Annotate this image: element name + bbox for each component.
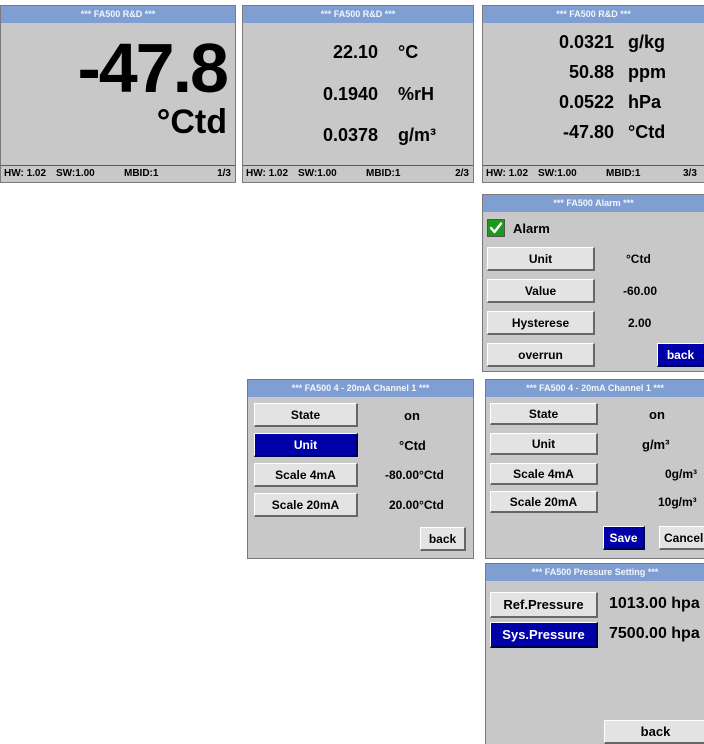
screen1-title: *** FA500 R&D *** — [1, 6, 235, 23]
value-button[interactable]: Value — [487, 279, 595, 303]
alarm-checkbox[interactable] — [487, 219, 505, 237]
mbid: MBID:1 — [124, 168, 159, 179]
screen-pressure: *** FA500 Pressure Setting *** Ref.Press… — [485, 563, 704, 744]
screen-readings-2: *** FA500 R&D *** 22.10 °C 0.1940 %rH 0.… — [242, 5, 474, 183]
cancel-button[interactable]: Cancel — [659, 526, 704, 550]
reading-unit: g/m³ — [398, 125, 436, 145]
status-footer: HW: 1.02 SW:1.00 MBID:1 1/3 — [1, 165, 235, 182]
screen2-title: *** FA500 R&D *** — [243, 6, 473, 23]
reading-unit: hPa — [628, 92, 662, 112]
screen-channel-b: *** FA500 4 - 20mA Channel 1 *** State o… — [485, 379, 704, 559]
sw-version: SW:1.00 — [298, 168, 337, 179]
reading-unit: °C — [398, 42, 419, 62]
alarm-hysterese-value: 2.00 — [628, 316, 652, 330]
channel-b-title: *** FA500 4 - 20mA Channel 1 *** — [486, 380, 704, 397]
ref-pressure-value: 1013.00 hpa — [609, 595, 700, 612]
reading-value: 22.10 — [332, 42, 378, 62]
screen3-title: *** FA500 R&D *** — [483, 6, 704, 23]
ref-pressure-button[interactable]: Ref.Pressure — [490, 592, 598, 618]
unit-button[interactable]: Unit — [487, 247, 595, 271]
reading-unit: ppm — [628, 62, 666, 82]
reading-unit: g/kg — [628, 32, 666, 52]
state-button[interactable]: State — [490, 403, 598, 425]
screen-readings-3: *** FA500 R&D *** 0.0321 g/kg 50.88 ppm … — [482, 5, 704, 183]
hysterese-button[interactable]: Hysterese — [487, 311, 595, 335]
scale-20ma-button[interactable]: Scale 20mA — [254, 493, 358, 517]
alarm-unit-value: °Ctd — [626, 252, 651, 266]
scale-4ma-button[interactable]: Scale 4mA — [490, 463, 598, 485]
channel-a-title: *** FA500 4 - 20mA Channel 1 *** — [248, 380, 473, 397]
page-indicator: 2/3 — [455, 168, 469, 179]
unit-value: °Ctd — [399, 438, 426, 453]
scale-4ma-button[interactable]: Scale 4mA — [254, 463, 358, 487]
state-value: on — [649, 407, 665, 422]
main-unit: °Ctd — [156, 103, 227, 141]
back-button[interactable]: back — [604, 720, 704, 744]
sys-pressure-value: 7500.00 hpa — [609, 625, 700, 642]
sw-version: SW:1.00 — [538, 168, 577, 179]
unit-value: g/m³ — [642, 437, 670, 452]
sys-pressure-button[interactable]: Sys.Pressure — [490, 622, 598, 648]
status-footer: HW: 1.02 SW:1.00 MBID:1 2/3 — [243, 165, 473, 182]
reading-value: -47.80 — [562, 122, 614, 142]
screen-channel-a: *** FA500 4 - 20mA Channel 1 *** State o… — [247, 379, 474, 559]
save-button[interactable]: Save — [603, 526, 645, 550]
scale-4ma-value: -80.00°Ctd — [385, 468, 444, 482]
back-button[interactable]: back — [420, 527, 466, 551]
page-indicator: 1/3 — [217, 168, 231, 179]
hw-version: HW: 1.02 — [246, 168, 289, 179]
state-value: on — [404, 408, 420, 423]
hw-version: HW: 1.02 — [486, 168, 529, 179]
hw-version: HW: 1.02 — [4, 168, 47, 179]
scale-20ma-value: 10g/m³ — [658, 495, 697, 509]
alarm-checkbox-label: Alarm — [513, 221, 550, 236]
alarm-title: *** FA500 Alarm *** — [483, 195, 704, 212]
reading-value: 0.0522 — [558, 92, 614, 112]
state-button[interactable]: State — [254, 403, 358, 427]
pressure-title: *** FA500 Pressure Setting *** — [486, 564, 704, 581]
main-value: -47.8 — [77, 29, 229, 107]
back-button[interactable]: back — [657, 343, 704, 367]
screen-alarm: *** FA500 Alarm *** Alarm Unit °Ctd Valu… — [482, 194, 704, 372]
alarm-value-value: -60.00 — [623, 284, 658, 298]
page-indicator: 3/3 — [683, 168, 697, 179]
scale-4ma-value: 0g/m³ — [665, 467, 698, 481]
mbid: MBID:1 — [606, 168, 641, 179]
unit-button[interactable]: Unit — [490, 433, 598, 455]
check-icon — [488, 220, 504, 236]
scale-20ma-value: 20.00°Ctd — [389, 498, 444, 512]
reading-unit: %rH — [398, 84, 435, 104]
overrun-button[interactable]: overrun — [487, 343, 595, 367]
reading-unit: °Ctd — [628, 122, 666, 142]
screen-main-reading: *** FA500 R&D *** -47.8 °Ctd HW: 1.02 SW… — [0, 5, 236, 183]
sw-version: SW:1.00 — [56, 168, 95, 179]
reading-value: 50.88 — [568, 62, 614, 82]
unit-button[interactable]: Unit — [254, 433, 358, 457]
status-footer: HW: 1.02 SW:1.00 MBID:1 3/3 — [483, 165, 704, 182]
reading-value: 0.1940 — [322, 84, 378, 104]
mbid: MBID:1 — [366, 168, 401, 179]
scale-20ma-button[interactable]: Scale 20mA — [490, 491, 598, 513]
reading-value: 0.0378 — [322, 125, 378, 145]
reading-value: 0.0321 — [558, 32, 614, 52]
